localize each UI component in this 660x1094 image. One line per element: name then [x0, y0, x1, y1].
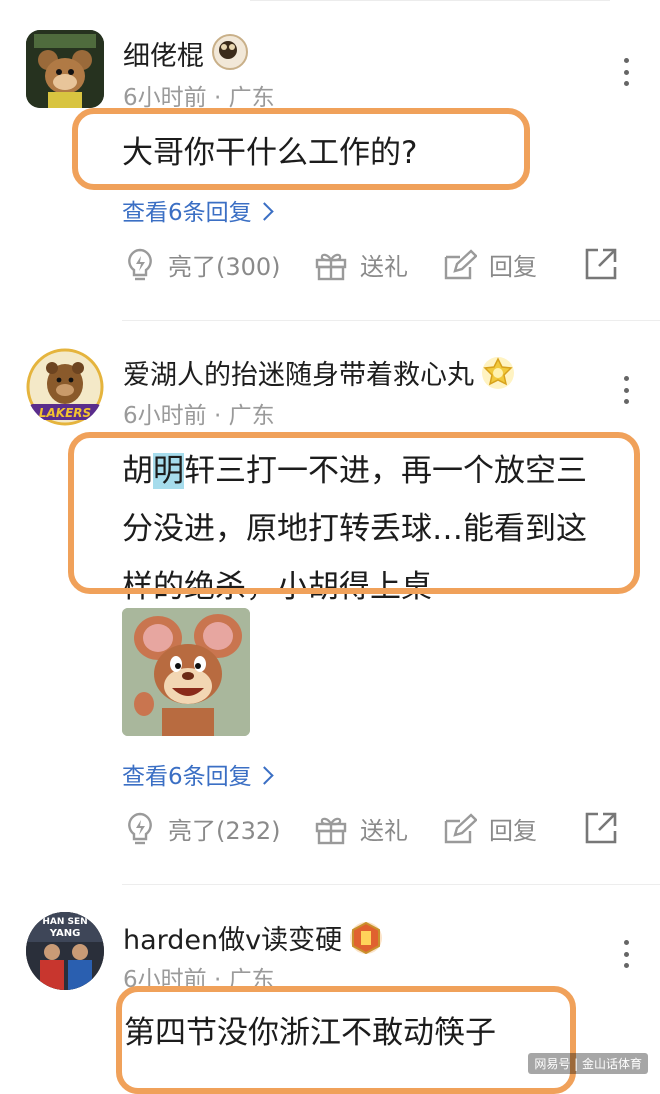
share-button[interactable]	[584, 811, 630, 845]
comment-image[interactable]	[122, 608, 250, 736]
avatar-logo-text: LAKERS	[39, 406, 91, 420]
action-bar: 亮了(232) 送礼 回复	[0, 811, 660, 851]
level-badge-icon	[482, 357, 514, 389]
share-button[interactable]	[584, 247, 630, 281]
like-count: 亮了(232)	[168, 817, 281, 845]
more-vertical-icon[interactable]	[622, 940, 630, 968]
gift-icon	[315, 817, 347, 844]
level-badge-icon	[212, 34, 248, 70]
divider	[122, 320, 660, 321]
gift-button[interactable]: 送礼	[314, 811, 408, 846]
reply-button[interactable]: 回复	[443, 247, 537, 282]
like-button[interactable]: 亮了(232)	[124, 811, 281, 846]
comment-line: 大哥你干什么工作的?	[122, 135, 418, 171]
avatar[interactable]: LAKERS	[26, 348, 104, 426]
avatar-text: YANG	[49, 928, 81, 939]
comment-line: 胡明轩三打一不进，再一个放空三	[122, 453, 587, 489]
chevron-right-icon	[254, 766, 274, 785]
text-selection-highlight: 明	[153, 453, 184, 489]
action-bar: 亮了(300) 送礼 回复	[0, 247, 660, 287]
more-vertical-icon[interactable]	[622, 58, 630, 86]
comment-1: 细佬棍 6小时前 · 广东 大哥你干什么工作的? 查看6条回复 亮了(300) …	[0, 0, 660, 320]
lightbulb-icon	[128, 812, 152, 844]
gift-label: 送礼	[360, 253, 408, 281]
gift-icon	[315, 253, 347, 280]
username[interactable]: harden做v读变硬	[123, 918, 383, 957]
comment-line: 第四节没你浙江不敢动筷子	[124, 1015, 496, 1051]
share-icon	[585, 248, 617, 280]
like-count: 亮了(300)	[168, 253, 281, 281]
comment-text: 胡明轩三打一不进，再一个放空三 分没进，原地打转丢球…能看到这 样的绝杀，小胡得…	[122, 442, 587, 616]
comment-meta: 6小时前 · 广东	[123, 967, 275, 993]
comment-text: 第四节没你浙江不敢动筷子	[124, 1004, 496, 1062]
gift-label: 送礼	[360, 817, 408, 845]
view-replies-link[interactable]: 查看6条回复	[122, 757, 274, 791]
level-badge-icon	[350, 922, 383, 954]
reply-label: 回复	[489, 253, 537, 281]
view-replies-link[interactable]: 查看6条回复	[122, 193, 274, 227]
comment-meta: 6小时前 · 广东	[123, 403, 275, 429]
username[interactable]: 爱湖人的抬迷随身带着救心丸	[123, 353, 514, 392]
more-vertical-icon[interactable]	[622, 376, 630, 404]
avatar[interactable]	[26, 30, 104, 108]
watermark: 网易号 | 金山话体育	[528, 1053, 648, 1074]
comment-text: 大哥你干什么工作的?	[122, 124, 417, 182]
comment-line: 分没进，原地打转丢球…能看到这	[122, 511, 587, 547]
reply-label: 回复	[489, 817, 537, 845]
chevron-right-icon	[254, 202, 274, 221]
divider	[122, 884, 660, 885]
edit-icon	[444, 812, 477, 843]
username[interactable]: 细佬棍	[123, 34, 248, 73]
reply-button[interactable]: 回复	[443, 811, 537, 846]
avatar-text: HAN SEN	[42, 917, 87, 927]
share-icon	[585, 812, 617, 844]
like-button[interactable]: 亮了(300)	[124, 247, 281, 282]
comment-meta: 6小时前 · 广东	[123, 85, 275, 111]
edit-icon	[444, 248, 477, 279]
lightbulb-icon	[128, 248, 152, 280]
gift-button[interactable]: 送礼	[314, 247, 408, 282]
avatar[interactable]: HAN SEN YANG	[26, 912, 104, 990]
